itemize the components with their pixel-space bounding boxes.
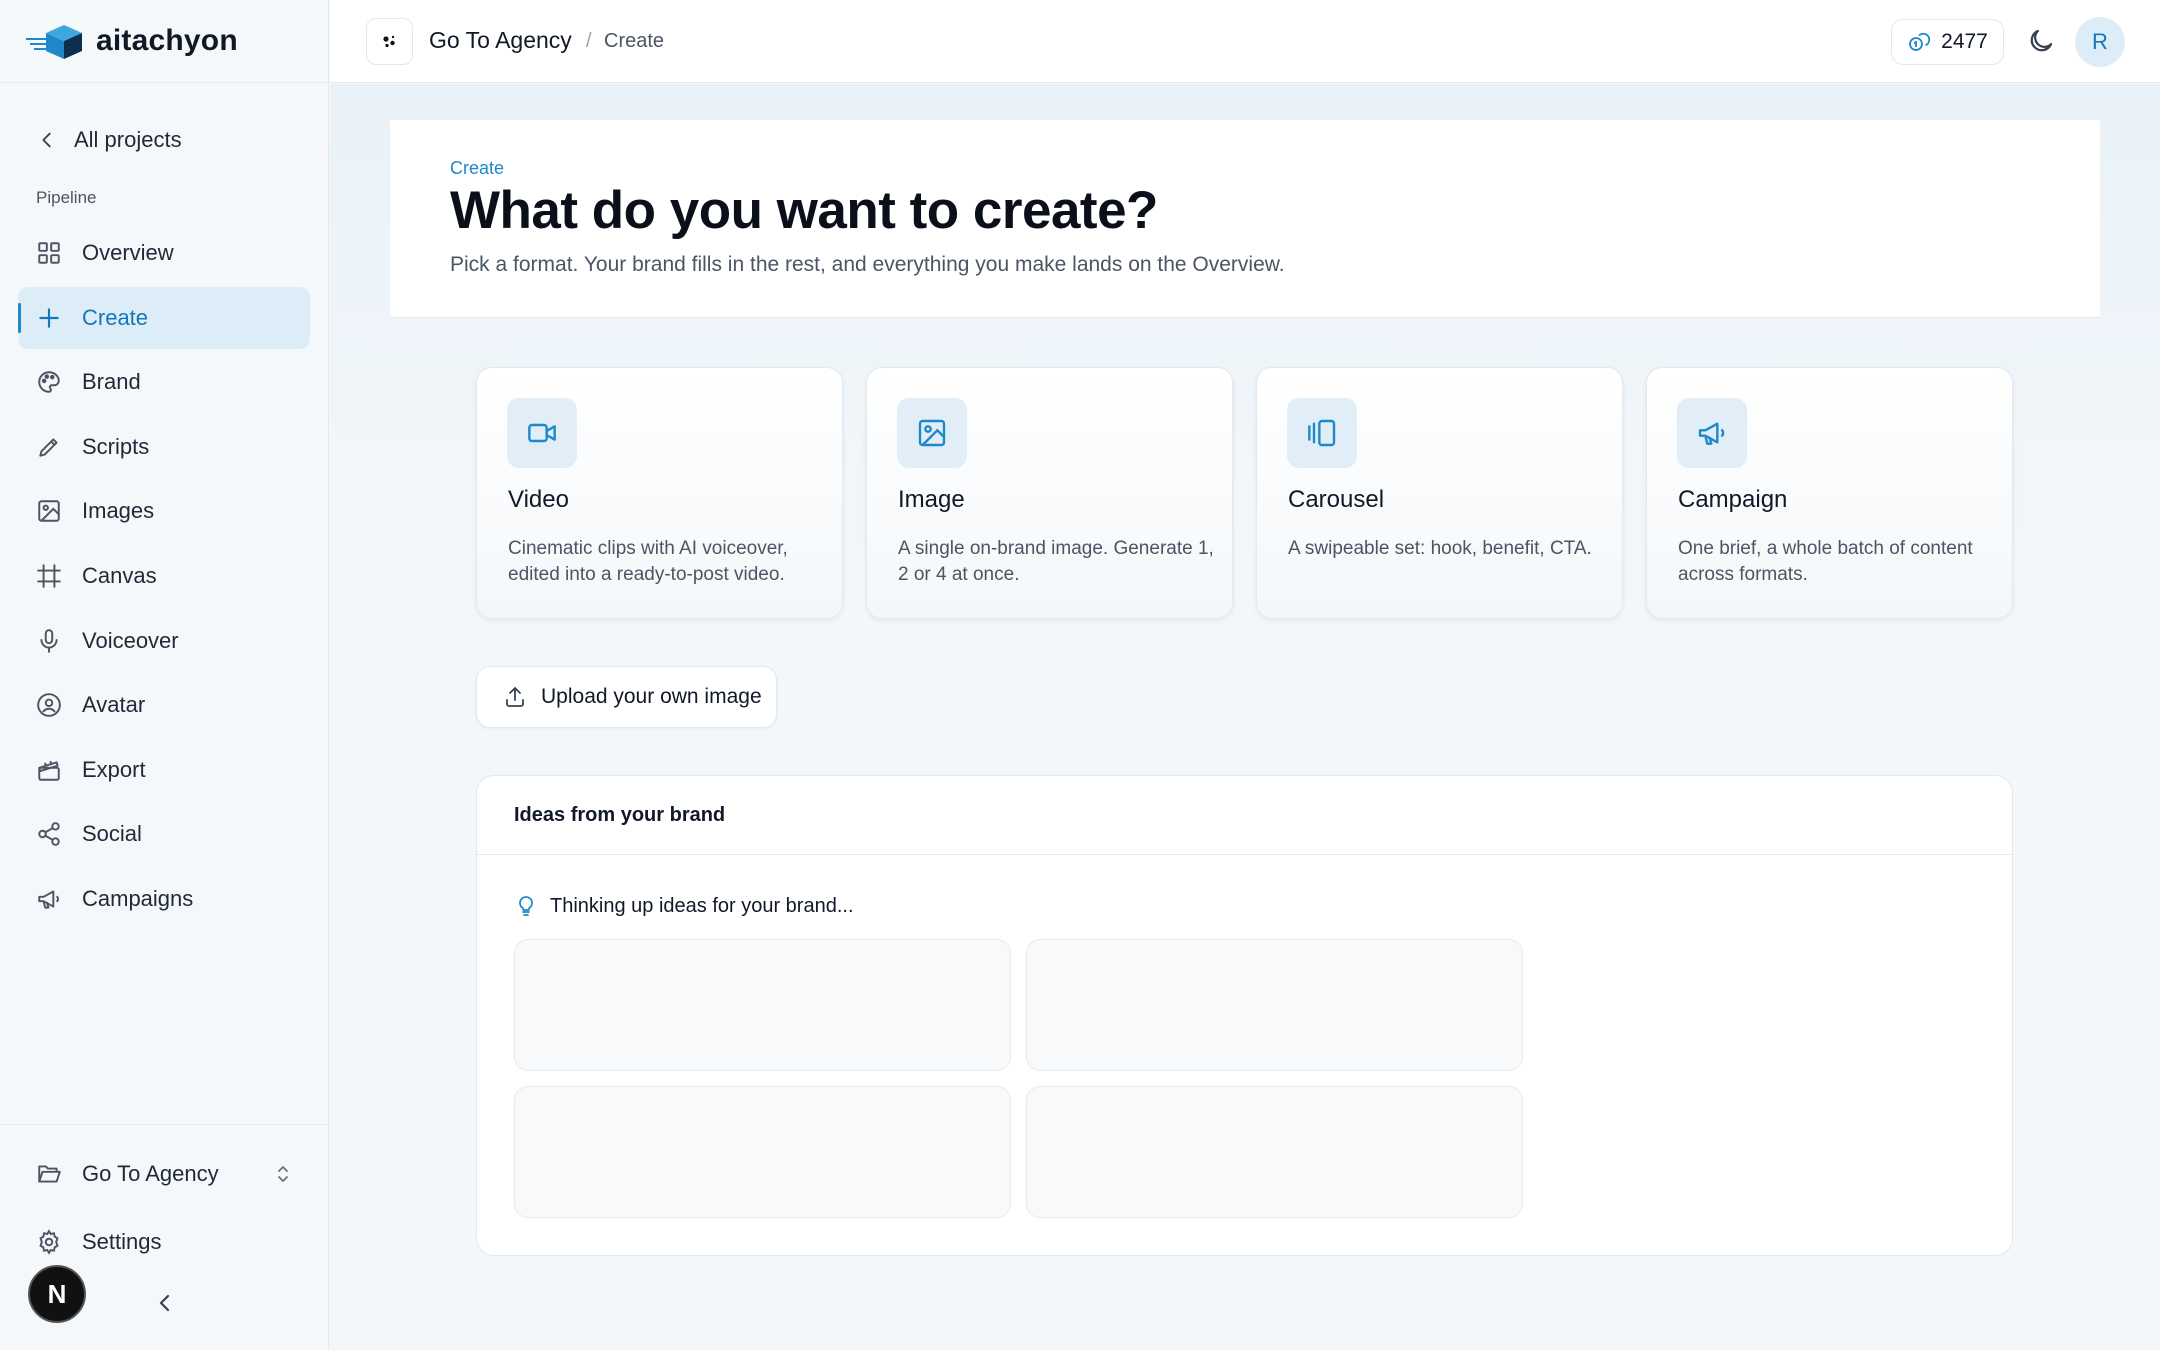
format-title: Image xyxy=(898,486,965,513)
format-card-campaign[interactable]: Campaign One brief, a whole batch of con… xyxy=(1646,367,2013,619)
format-card-video[interactable]: Video Cinematic clips with AI voiceover,… xyxy=(476,367,843,619)
palette-icon xyxy=(36,369,62,395)
chevron-left-icon xyxy=(36,129,58,151)
upload-icon xyxy=(503,685,527,709)
idea-placeholder xyxy=(1026,939,1523,1071)
sidebar-item-label: Overview xyxy=(82,240,174,265)
sidebar-item-overview[interactable]: Overview xyxy=(18,222,310,284)
idea-placeholder xyxy=(514,939,1011,1071)
format-icon-tile xyxy=(1287,398,1357,468)
sidebar-item-canvas[interactable]: Canvas xyxy=(18,545,310,607)
settings-label: Settings xyxy=(82,1229,162,1254)
page-title: What do you want to create? xyxy=(450,181,1158,240)
frame-icon xyxy=(36,563,62,589)
settings-link[interactable]: Settings xyxy=(36,1224,162,1260)
sidebar-footer-divider xyxy=(0,1124,329,1125)
ideas-loading-text: Thinking up ideas for your brand... xyxy=(550,894,854,917)
chevron-up-down-icon xyxy=(274,1163,292,1185)
page-header: Create What do you want to create? Pick … xyxy=(390,120,2100,318)
sidebar-item-label: Brand xyxy=(82,369,141,395)
dev-badge[interactable]: N xyxy=(28,1265,86,1323)
sidebar-item-export[interactable]: Export xyxy=(18,739,310,801)
project-selector[interactable]: Go To Agency xyxy=(36,1156,292,1192)
sidebar-item-voiceover[interactable]: Voiceover xyxy=(18,610,310,672)
image-icon xyxy=(916,417,948,449)
breadcrumb-project[interactable]: Go To Agency xyxy=(429,27,572,54)
microphone-icon xyxy=(36,628,62,654)
format-icon-tile xyxy=(897,398,967,468)
breadcrumb-current: Create xyxy=(604,30,665,52)
format-description: A single on-brand image. Generate 1, 2 o… xyxy=(898,538,1214,585)
sidebar-item-scripts[interactable]: Scripts xyxy=(18,416,310,478)
video-camera-icon xyxy=(526,417,558,449)
project-selector-label: Go To Agency xyxy=(82,1161,219,1186)
sidebar-item-brand[interactable]: Brand xyxy=(18,351,310,413)
gear-icon xyxy=(36,1229,62,1255)
upload-image-button[interactable]: Upload your own image xyxy=(476,666,777,728)
format-card-image[interactable]: Image A single on-brand image. Generate … xyxy=(866,367,1233,619)
sidebar-item-social[interactable]: Social xyxy=(18,803,310,865)
sidebar-item-label: Canvas xyxy=(82,562,157,588)
format-icon-tile xyxy=(1677,398,1747,468)
plus-icon xyxy=(36,305,62,331)
sidebar-item-images[interactable]: Images xyxy=(18,480,310,542)
coins-icon xyxy=(1907,30,1931,54)
sidebar-item-label: Images xyxy=(82,498,155,524)
format-card-carousel[interactable]: Carousel A swipeable set: hook, benefit,… xyxy=(1256,367,1623,619)
grid-icon xyxy=(36,240,62,266)
page-eyebrow: Create xyxy=(450,158,505,178)
app-name: aitachyon xyxy=(96,24,238,57)
format-title: Carousel xyxy=(1288,486,1385,513)
topbar: Go To Agency / Create 2477 R xyxy=(330,0,2160,83)
folder-open-icon xyxy=(36,1161,62,1187)
format-title: Campaign xyxy=(1678,486,1788,513)
idea-placeholder xyxy=(514,1086,1011,1218)
share-icon xyxy=(36,821,62,847)
collapse-sidebar-icon[interactable] xyxy=(154,1290,176,1316)
breadcrumb-separator: / xyxy=(586,30,592,52)
ideas-panel: Ideas from your brand Thinking up ideas … xyxy=(476,775,2013,1256)
megaphone-icon xyxy=(36,886,62,912)
sidebar-item-label: Social xyxy=(82,821,142,847)
image-icon xyxy=(36,498,62,524)
user-avatar[interactable]: R xyxy=(2075,17,2125,67)
carousel-icon xyxy=(1306,417,1338,449)
sidebar-item-create[interactable]: Create xyxy=(18,286,310,349)
sidebar-nav: Overview Create Brand Scripts Images Can… xyxy=(18,222,310,933)
ideas-loading: Thinking up ideas for your brand... xyxy=(514,894,854,918)
sidebar-item-label: Avatar xyxy=(82,692,146,718)
format-icon-tile xyxy=(507,398,577,468)
section-label-pipeline: Pipeline xyxy=(36,188,97,207)
format-description: Cinematic clips with AI voiceover, edite… xyxy=(508,538,788,585)
sidebar-item-campaigns[interactable]: Campaigns xyxy=(18,868,310,930)
sidebar-item-label: Scripts xyxy=(82,433,150,459)
page-subtitle: Pick a format. Your brand fills in the r… xyxy=(450,253,1285,276)
project-logo-icon xyxy=(378,30,402,54)
sidebar: aitachyon All projects Pipeline Overview… xyxy=(0,0,329,1350)
format-description: One brief, a whole batch of content acro… xyxy=(1678,538,1973,585)
idea-placeholder xyxy=(1026,1086,1523,1218)
all-projects-label: All projects xyxy=(74,127,182,152)
all-projects-link[interactable]: All projects xyxy=(36,123,182,157)
upload-image-label: Upload your own image xyxy=(541,685,762,708)
brand-header[interactable]: aitachyon xyxy=(0,0,328,83)
format-title: Video xyxy=(508,486,569,513)
sidebar-item-avatar[interactable]: Avatar xyxy=(18,674,310,736)
format-description: A swipeable set: hook, benefit, CTA. xyxy=(1288,538,1592,559)
credits-button[interactable]: 2477 xyxy=(1891,19,2004,65)
sidebar-item-label: Create xyxy=(82,304,149,330)
megaphone-icon xyxy=(1696,417,1728,449)
logo-icon xyxy=(24,21,88,61)
project-avatar[interactable] xyxy=(366,18,413,65)
sidebar-item-label: Campaigns xyxy=(82,885,194,911)
user-circle-icon xyxy=(36,692,62,718)
pencil-icon xyxy=(36,434,62,460)
lightbulb-icon xyxy=(514,894,538,918)
credits-count: 2477 xyxy=(1941,30,1988,53)
sidebar-item-label: Voiceover xyxy=(82,627,179,653)
clapperboard-icon xyxy=(36,757,62,783)
sidebar-item-label: Export xyxy=(82,756,146,782)
moon-icon[interactable] xyxy=(2026,26,2056,56)
ideas-heading: Ideas from your brand xyxy=(477,776,2012,855)
